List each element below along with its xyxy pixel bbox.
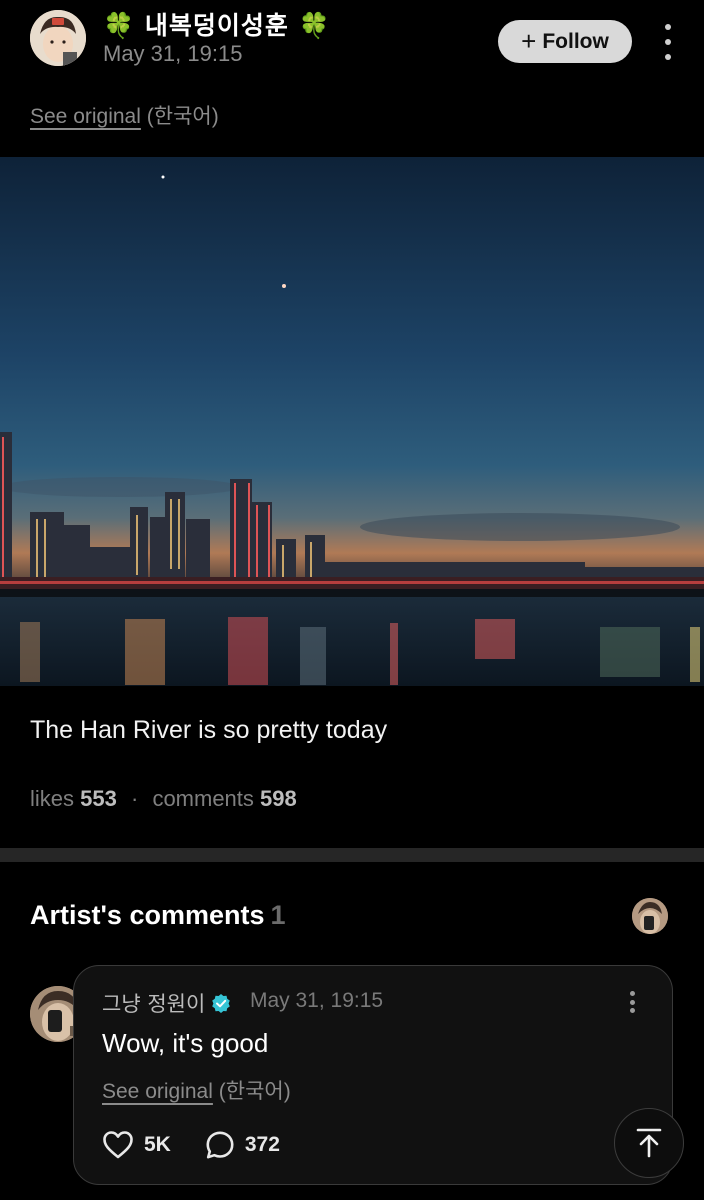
post-caption: The Han River is so pretty today [30,716,388,744]
artist-comments-count: 1 [270,900,286,930]
author-avatar[interactable] [30,10,86,66]
see-original-link[interactable]: See original [30,105,141,128]
artist-comments-title: Artist's comments [30,900,265,930]
comment-original-language: (한국어) [218,1080,291,1103]
post-header: 🍀 내복덩이성훈 🍀 May 31, 19:15 + Follow [0,0,704,80]
arrow-up-to-top-icon [636,1128,662,1158]
more-vertical-icon-dot [629,1008,635,1013]
comment-timestamp: May 31, 19:15 [250,989,384,1012]
more-vertical-icon [629,991,635,996]
commenter-name-text: 그냥 정원이 [102,992,206,1016]
original-language: (한국어) [146,105,219,128]
likes-count[interactable]: 553 [80,786,117,811]
comment-like-button[interactable]: 5K [102,1130,171,1160]
more-vertical-icon-dot [665,39,671,45]
stats-separator: · [130,786,139,811]
post-stats: likes 553 · comments 598 [30,786,297,812]
comment-text: Wow, it's good [102,1028,269,1058]
comment-reply-button[interactable]: 372 [205,1130,280,1160]
comment-like-count: 5K [144,1133,171,1156]
comments-label: comments [152,786,254,811]
comment-see-original-link[interactable]: See original [102,1080,213,1103]
more-vertical-icon-dot [629,999,635,1005]
commenter-name[interactable]: 그냥 정원이 [102,988,231,1018]
artist-comment-card[interactable]: 그냥 정원이 May 31, 19:15 Wow, it's good See … [73,965,673,1185]
likes-label: likes [30,786,75,811]
post-photo[interactable] [0,157,704,686]
author-name[interactable]: 🍀 내복덩이성훈 🍀 [103,6,331,42]
comment-translation: See original (한국어) [102,1075,291,1105]
more-vertical-icon [665,24,671,30]
verified-badge-icon [212,994,231,1013]
chat-bubble-icon [206,1131,234,1159]
post-timestamp: May 31, 19:15 [103,41,243,66]
comment-reply-count: 372 [244,1133,280,1156]
follow-label: Follow [542,29,609,53]
more-options-button[interactable] [658,24,678,60]
comment-more-button[interactable] [627,991,637,1013]
plus-icon: + [521,25,537,56]
comment-actions: 5K 372 [102,1130,280,1160]
more-vertical-icon-dot [665,54,671,60]
author-name-text: 🍀 내복덩이성훈 🍀 [103,11,331,40]
section-divider [0,848,704,862]
scroll-to-top-button[interactable] [614,1108,684,1178]
comments-count[interactable]: 598 [260,786,297,811]
heart-icon [103,1131,133,1159]
artist-avatar-stack[interactable] [632,898,668,934]
post-translation: See original (한국어) [30,100,219,130]
artist-comments-heading: Artist's comments 1 [30,900,286,931]
follow-button[interactable]: + Follow [498,20,632,63]
